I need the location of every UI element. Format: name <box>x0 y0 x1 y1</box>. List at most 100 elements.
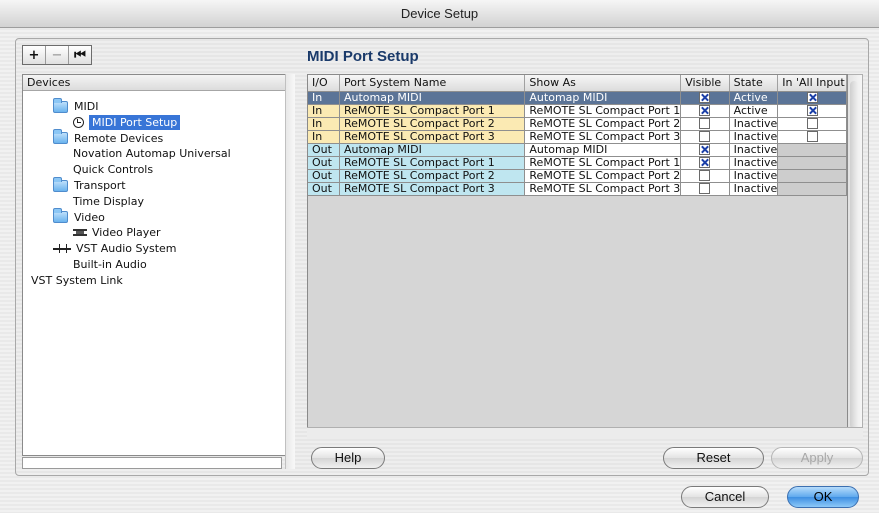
table-row[interactable]: In ReMOTE SL Compact Port 1 ReMOTE SL Comp… <box>308 104 847 118</box>
show-as-cell[interactable]: ReMOTE SL Compact Port 1 <box>524 156 682 170</box>
table-row[interactable]: In ReMOTE SL Compact Port 3 ReMOTE SL Comp… <box>308 130 847 144</box>
tree-item-quick-controls[interactable]: Quick Controls <box>73 162 153 177</box>
visible-checkbox[interactable] <box>699 92 711 103</box>
tree-item-transport[interactable]: Transport <box>53 176 126 193</box>
show-as-cell[interactable]: ReMOTE SL Compact Port 1 <box>524 104 682 118</box>
port-name-cell[interactable]: Automap MIDI <box>339 143 526 157</box>
visible-checkbox[interactable] <box>699 131 711 142</box>
visible-cell[interactable] <box>680 143 730 157</box>
vst-icon <box>53 244 71 254</box>
visible-checkbox[interactable] <box>699 170 711 181</box>
all-inputs-cell <box>777 182 847 196</box>
section-title: MIDI Port Setup <box>307 48 419 65</box>
visible-cell[interactable] <box>680 117 730 131</box>
io-cell[interactable]: Out <box>308 169 340 183</box>
tree-item-novation-automap-universal[interactable]: Novation Automap Universal <box>73 146 231 161</box>
col-header-port-system-name[interactable]: Port System Name <box>339 75 526 92</box>
port-name-cell[interactable]: ReMOTE SL Compact Port 2 <box>339 169 526 183</box>
col-header-show-as[interactable]: Show As <box>524 75 682 92</box>
all-inputs-checkbox[interactable] <box>806 118 818 129</box>
reset-button[interactable]: Reset <box>663 447 764 469</box>
io-cell[interactable]: In <box>308 104 340 118</box>
tree-item-time-display[interactable]: Time Display <box>73 194 144 209</box>
tree-item-remote-devices[interactable]: Remote Devices <box>53 129 164 146</box>
tree-item-label: Remote Devices <box>74 131 164 145</box>
table-header-row: I/O Port System Name Show As Visible Sta… <box>308 75 847 92</box>
table-row[interactable]: Out ReMOTE SL Compact Port 1 ReMOTE SL Com… <box>308 156 847 170</box>
tree-item-label: Video Player <box>92 226 161 240</box>
show-as-cell[interactable]: ReMOTE SL Compact Port 3 <box>524 182 682 196</box>
table-row[interactable]: Out Automap MIDI Automap MIDI Inactive <box>308 143 847 157</box>
port-name-cell[interactable]: ReMOTE SL Compact Port 1 <box>339 156 526 170</box>
tree-item-label: VST Audio System <box>76 242 177 256</box>
tree-item-label: Transport <box>74 179 126 192</box>
all-inputs-cell[interactable] <box>777 117 847 131</box>
col-header-state[interactable]: State <box>729 75 779 92</box>
io-cell[interactable]: Out <box>308 182 340 196</box>
show-as-cell[interactable]: Automap MIDI <box>524 143 682 157</box>
visible-checkbox[interactable] <box>699 157 711 168</box>
all-inputs-checkbox[interactable] <box>806 105 818 116</box>
devices-header[interactable]: Devices <box>23 75 294 91</box>
folder-icon <box>53 129 68 145</box>
port-name-cell[interactable]: ReMOTE SL Compact Port 2 <box>339 117 526 131</box>
help-button[interactable]: Help <box>311 447 385 469</box>
io-cell[interactable]: Out <box>308 156 340 170</box>
visible-cell[interactable] <box>680 169 730 183</box>
all-inputs-cell[interactable] <box>777 130 847 144</box>
visible-cell[interactable] <box>680 130 730 144</box>
table-row[interactable]: In Automap MIDI Automap MIDI Active <box>308 91 847 105</box>
devices-horizontal-scrollbar[interactable] <box>22 457 282 469</box>
port-name-cell[interactable]: Automap MIDI <box>339 91 526 105</box>
show-as-cell[interactable]: ReMOTE SL Compact Port 2 <box>524 117 682 131</box>
table-horizontal-scrollbar[interactable] <box>307 427 863 439</box>
table-row[interactable]: Out ReMOTE SL Compact Port 2 ReMOTE SL Com… <box>308 169 847 183</box>
io-cell[interactable]: In <box>308 117 340 131</box>
apply-button[interactable]: Apply <box>771 447 863 469</box>
remove-device-button[interactable]: − <box>46 46 69 64</box>
all-inputs-cell[interactable] <box>777 91 847 105</box>
visible-checkbox[interactable] <box>699 144 711 155</box>
tree-item-midi[interactable]: MIDI <box>53 97 98 114</box>
reset-device-button[interactable]: ⏮ <box>69 46 91 64</box>
io-cell[interactable]: Out <box>308 143 340 157</box>
all-inputs-checkbox[interactable] <box>806 92 818 103</box>
add-device-button[interactable]: + <box>23 46 46 64</box>
show-as-cell[interactable]: ReMOTE SL Compact Port 2 <box>524 169 682 183</box>
tree-item-built-in-audio[interactable]: Built-in Audio <box>73 257 147 272</box>
show-as-cell[interactable]: Automap MIDI <box>524 91 682 105</box>
tree-item-midi-port-setup[interactable]: MIDI Port Setup <box>73 114 181 130</box>
tree-item-video-player[interactable]: Video Player <box>73 225 161 240</box>
tree-item-vst-audio-system[interactable]: VST Audio System <box>53 241 177 256</box>
devices-vertical-scrollbar[interactable] <box>285 74 295 469</box>
cancel-button[interactable]: Cancel <box>681 486 769 508</box>
tree-item-video[interactable]: Video <box>53 208 105 225</box>
col-header-visible[interactable]: Visible <box>680 75 730 92</box>
tree-item-vst-system-link[interactable]: VST System Link <box>31 273 123 288</box>
port-name-cell[interactable]: ReMOTE SL Compact Port 1 <box>339 104 526 118</box>
show-as-cell[interactable]: ReMOTE SL Compact Port 3 <box>524 130 682 144</box>
table-row[interactable]: In ReMOTE SL Compact Port 2 ReMOTE SL Comp… <box>308 117 847 131</box>
devices-pane: Devices MIDI MIDI Port Setup Remote Device… <box>22 74 295 456</box>
table-vertical-scrollbar[interactable] <box>848 74 863 436</box>
visible-cell[interactable] <box>680 91 730 105</box>
visible-checkbox[interactable] <box>699 118 711 129</box>
all-inputs-checkbox[interactable] <box>806 131 818 142</box>
col-header-io[interactable]: I/O <box>308 75 340 92</box>
visible-checkbox[interactable] <box>699 183 711 194</box>
col-header-in-all-inputs[interactable]: In 'All Input <box>777 75 847 92</box>
port-name-cell[interactable]: ReMOTE SL Compact Port 3 <box>339 182 526 196</box>
port-name-cell[interactable]: ReMOTE SL Compact Port 3 <box>339 130 526 144</box>
all-inputs-cell <box>777 143 847 157</box>
device-setup-window: Device Setup + − ⏮ Devices MIDI MIDI Port… <box>0 0 879 513</box>
ok-button[interactable]: OK <box>787 486 859 508</box>
folder-icon <box>53 97 68 113</box>
table-row[interactable]: Out ReMOTE SL Compact Port 3 ReMOTE SL Com… <box>308 182 847 196</box>
all-inputs-cell[interactable] <box>777 104 847 118</box>
visible-cell[interactable] <box>680 156 730 170</box>
io-cell[interactable]: In <box>308 130 340 144</box>
io-cell[interactable]: In <box>308 91 340 105</box>
visible-checkbox[interactable] <box>699 105 711 116</box>
visible-cell[interactable] <box>680 104 730 118</box>
visible-cell[interactable] <box>680 182 730 196</box>
